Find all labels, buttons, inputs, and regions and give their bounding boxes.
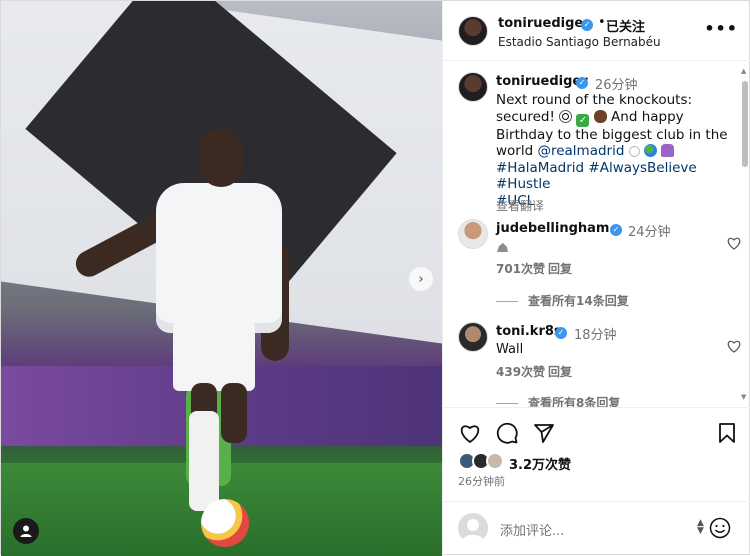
scroll-up-icon[interactable]: ▲: [741, 67, 746, 75]
white-heart-emoji-icon: [628, 146, 640, 157]
heart-icon[interactable]: [727, 340, 741, 353]
rock-emoji-icon: [497, 243, 508, 252]
scroll-down-icon[interactable]: ▼: [741, 393, 746, 401]
like-count[interactable]: 3.2万次赞: [509, 454, 571, 473]
post-location[interactable]: Estadio Santiago Bernabéu: [498, 35, 661, 49]
comment-icon[interactable]: [495, 421, 519, 445]
post-timestamp[interactable]: 26分钟前: [458, 473, 505, 489]
commenter-avatar[interactable]: [458, 219, 488, 249]
comment-text: Wall: [496, 342, 524, 357]
chevron-right-icon: ›: [418, 271, 424, 287]
author-username[interactable]: toniruediger: [498, 16, 590, 31]
heart-icon[interactable]: [727, 237, 741, 250]
more-options-icon[interactable]: •••: [704, 19, 738, 38]
caption-line: Birthday to the biggest club in the: [496, 126, 728, 143]
caption-author-avatar[interactable]: [458, 72, 488, 102]
following-button[interactable]: 已关注: [606, 16, 645, 35]
view-replies-link[interactable]: 查看所有8条回复: [496, 394, 620, 407]
reply-button[interactable]: 回复: [548, 260, 572, 277]
verified-icon: ✓: [610, 224, 622, 236]
caption-author-username[interactable]: toniruediger: [496, 74, 588, 89]
comment-time: 18分钟: [574, 328, 617, 343]
liker-avatars[interactable]: [458, 452, 508, 470]
caption-line: secured!: [496, 108, 555, 125]
verified-icon: ✓: [576, 77, 588, 89]
comment-like-count[interactable]: 439次赞: [496, 363, 545, 380]
post-photo[interactable]: ›: [1, 1, 442, 556]
comment-username[interactable]: judebellingham: [496, 221, 609, 236]
player-right-leg: [221, 383, 247, 443]
add-comment-bar: 添加评论... ▲ ▼: [443, 501, 750, 556]
hashtags[interactable]: #HalaMadrid #AlwaysBelieve #Hustle: [496, 160, 697, 193]
scrollbar-thumb[interactable]: [742, 81, 748, 167]
reply-button[interactable]: 回复: [548, 363, 572, 380]
comment-username[interactable]: toni.kr8s: [496, 324, 562, 339]
emoji-picker-icon[interactable]: [709, 517, 731, 539]
bookmark-icon[interactable]: [715, 421, 739, 445]
comments-section[interactable]: toniruediger ✓ 26分钟 Next round of the kn…: [443, 61, 750, 407]
caption-line: Next round of the knockouts:: [496, 92, 693, 108]
commenter-avatar[interactable]: [458, 322, 488, 352]
tagged-users-button[interactable]: [13, 518, 39, 544]
player-jersey: [156, 183, 282, 333]
default-avatar-icon: [461, 519, 485, 543]
comment-time: 24分钟: [628, 225, 671, 240]
check-mark-emoji-icon: ✓: [576, 113, 590, 127]
current-user-avatar: [458, 513, 488, 543]
football: [201, 499, 249, 547]
comments-scrollbar[interactable]: ▲ ▼: [741, 67, 749, 401]
see-translation-link[interactable]: 查看翻译: [496, 197, 544, 214]
player-figure: [61, 121, 311, 551]
post-actions: 3.2万次赞 26分钟前: [443, 407, 750, 507]
post-side-panel: toniruediger ✓ • 已关注 Estadio Santiago Be…: [442, 1, 750, 556]
caption-text: Next round of the knockouts: secured! ✓ …: [496, 92, 731, 209]
comment-like-count[interactable]: 701次赞: [496, 260, 545, 277]
user-icon: [20, 525, 32, 537]
soccer-ball-emoji-icon: [559, 109, 573, 123]
praying-hands-emoji-icon: [661, 144, 675, 157]
post-header: toniruediger ✓ • 已关注 Estadio Santiago Be…: [443, 1, 750, 61]
like-heart-icon[interactable]: [458, 421, 482, 445]
caption-time: 26分钟: [595, 78, 638, 93]
caption-line: And happy: [611, 108, 684, 125]
verified-icon: ✓: [555, 327, 567, 339]
view-replies-link[interactable]: 查看所有14条回复: [496, 292, 629, 309]
share-send-icon[interactable]: [532, 421, 556, 445]
next-photo-button[interactable]: ›: [409, 267, 433, 291]
resize-handle-icon[interactable]: ▲ ▼: [697, 519, 704, 536]
player-shorts: [173, 321, 255, 391]
player-sock: [189, 411, 219, 511]
globe-emoji-icon: [644, 144, 658, 157]
verified-icon: ✓: [581, 19, 593, 31]
author-avatar[interactable]: [458, 16, 488, 46]
instagram-post: › toniruediger ✓ • 已关注 Estadio Santiago …: [0, 0, 750, 556]
mention-link[interactable]: @realmadrid: [537, 143, 624, 159]
separator-dot: •: [598, 15, 606, 30]
handshake-emoji-icon: [593, 109, 607, 123]
player-head: [199, 129, 243, 187]
liker-avatar: [486, 452, 504, 470]
comment-input[interactable]: 添加评论...: [500, 520, 564, 539]
caption-line: world: [496, 143, 534, 159]
